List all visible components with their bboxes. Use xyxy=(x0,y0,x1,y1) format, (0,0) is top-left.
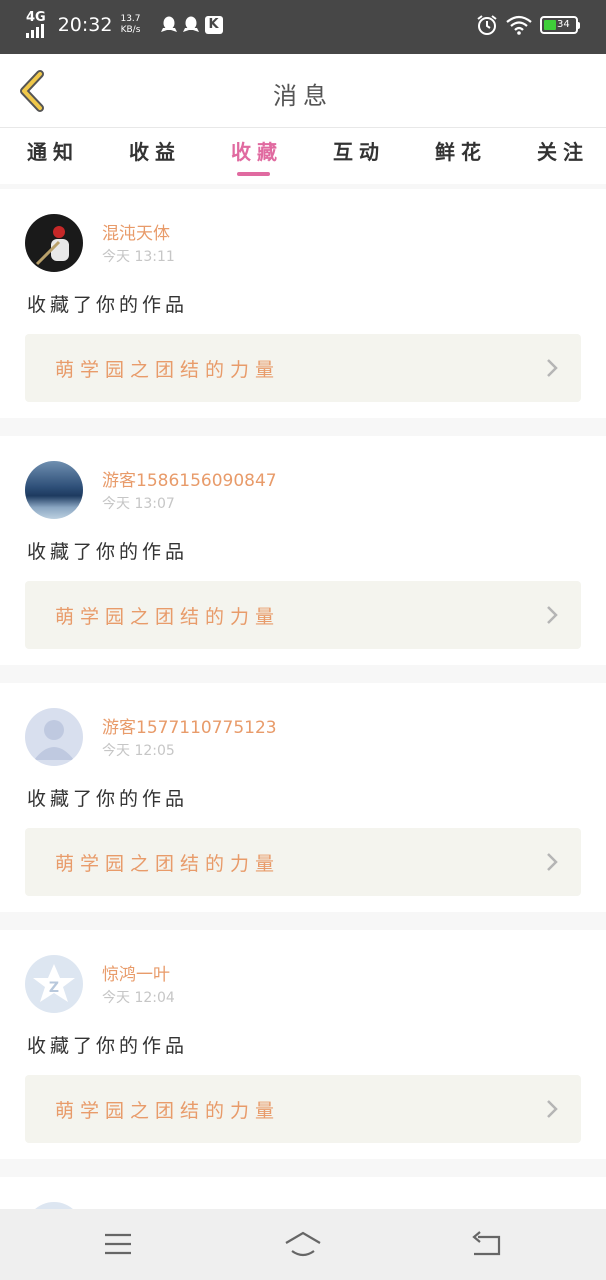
list-item[interactable]: 游客1577110775123 今天 12:05 收藏了你的作品 萌学园之团结的… xyxy=(0,683,606,912)
work-title: 萌学园之团结的力量 xyxy=(55,359,281,381)
timestamp: 今天 12:05 xyxy=(102,743,175,759)
clock: 20:32 xyxy=(57,14,113,36)
system-nav-bar xyxy=(0,1209,606,1280)
battery-icon: 34 xyxy=(540,16,578,34)
signal-icon xyxy=(26,24,46,38)
avatar[interactable] xyxy=(25,214,83,272)
chevron-right-icon xyxy=(547,853,558,871)
status-right: 34 xyxy=(476,14,580,36)
alarm-icon xyxy=(477,15,497,35)
avatar[interactable] xyxy=(25,708,83,766)
work-title: 萌学园之团结的力量 xyxy=(55,606,281,628)
tab-earnings[interactable]: 收益 xyxy=(129,136,181,165)
tab-following[interactable]: 关注 xyxy=(537,136,589,165)
status-bar: 4G 20:32 13.7 KB/s K 34 xyxy=(0,0,606,54)
avatar[interactable] xyxy=(25,461,83,519)
qq-icon xyxy=(182,16,199,32)
tab-favorites[interactable]: 收藏 xyxy=(231,136,283,165)
action-text: 收藏了你的作品 xyxy=(27,788,189,810)
tab-flowers[interactable]: 鲜花 xyxy=(435,136,487,165)
chevron-right-icon xyxy=(547,359,558,377)
home-icon[interactable] xyxy=(283,1229,323,1259)
tab-interactions[interactable]: 互动 xyxy=(333,136,385,165)
timestamp: 今天 13:11 xyxy=(102,249,175,265)
action-text: 收藏了你的作品 xyxy=(27,541,189,563)
timestamp: 今天 12:04 xyxy=(102,990,175,1006)
back-icon[interactable] xyxy=(470,1229,502,1259)
work-link[interactable]: 萌学园之团结的力量 xyxy=(25,581,581,649)
tab-notifications[interactable]: 通知 xyxy=(27,136,79,165)
action-text: 收藏了你的作品 xyxy=(27,294,189,316)
network-speed: 13.7 KB/s xyxy=(120,14,141,35)
status-left: 4G 20:32 13.7 KB/s K xyxy=(26,10,223,38)
app-header: 消息 xyxy=(0,54,606,127)
username[interactable]: 混沌天体 xyxy=(102,219,170,244)
username[interactable]: 惊鸿一叶 xyxy=(102,960,170,985)
page-title: 消息 xyxy=(273,82,333,110)
network-type: 4G xyxy=(26,10,46,25)
username[interactable]: 游客1577110775123 xyxy=(102,713,277,738)
work-title: 萌学园之团结的力量 xyxy=(55,853,281,875)
wifi-icon xyxy=(506,15,532,35)
work-link[interactable]: 萌学园之团结的力量 xyxy=(25,828,581,896)
work-link[interactable]: 萌学园之团结的力量 xyxy=(25,1075,581,1143)
list-item[interactable]: 游客1586156090847 今天 13:07 收藏了你的作品 萌学园之团结的… xyxy=(0,436,606,665)
list-item[interactable]: Z 惊鸿一叶 今天 12:04 收藏了你的作品 萌学园之团结的力量 xyxy=(0,930,606,1159)
username[interactable]: 游客1586156090847 xyxy=(102,466,277,491)
timestamp: 今天 13:07 xyxy=(102,496,175,512)
qq-icon xyxy=(160,16,177,32)
list-item[interactable]: 混沌天体 今天 13:11 收藏了你的作品 萌学园之团结的力量 xyxy=(0,189,606,418)
chevron-right-icon xyxy=(547,606,558,624)
work-link[interactable]: 萌学园之团结的力量 xyxy=(25,334,581,402)
avatar[interactable]: Z xyxy=(25,955,83,1013)
menu-icon[interactable] xyxy=(102,1229,134,1259)
svg-text:Z: Z xyxy=(49,980,59,996)
work-title: 萌学园之团结的力量 xyxy=(55,1100,281,1122)
active-tab-indicator xyxy=(237,172,270,176)
tab-bar: 通知 收益 收藏 互动 鲜花 关注 xyxy=(0,127,606,184)
k-app-icon: K xyxy=(204,16,223,34)
chevron-right-icon xyxy=(547,1100,558,1118)
action-text: 收藏了你的作品 xyxy=(27,1035,189,1057)
